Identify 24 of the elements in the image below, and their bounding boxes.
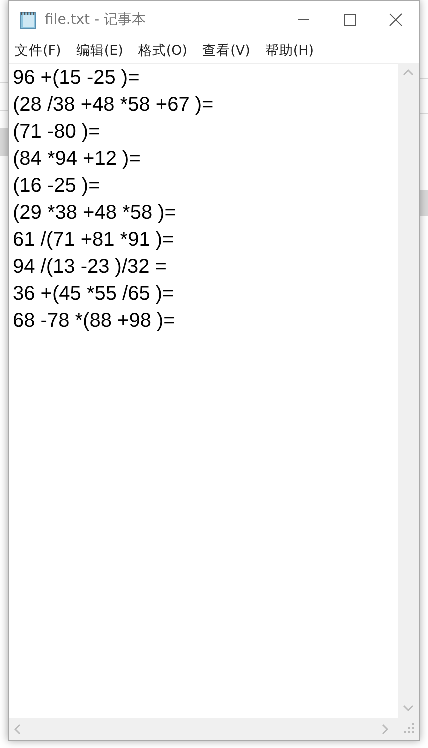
menu-item[interactable]: 查看(V): [196, 41, 256, 61]
text-line: 96 +(15 -25 )=: [13, 66, 141, 91]
text-line: 68 -78 *(88 +98 )=: [13, 309, 176, 334]
scroll-up-icon[interactable]: [403, 69, 414, 76]
text-line: (16 -25 )=: [13, 174, 102, 199]
text-line: 61 /(71 +81 *91 )=: [13, 228, 176, 253]
maximize-icon: [344, 14, 356, 26]
scroll-left-icon[interactable]: [14, 724, 21, 734]
text-line: (84 *94 +12 )=: [13, 147, 142, 172]
window-title: file.txt - 记事本: [45, 10, 146, 30]
scroll-down-icon[interactable]: [403, 705, 414, 712]
menu-item[interactable]: 编辑(E): [70, 41, 130, 61]
text-line: 36 +(45 *55 /65 )=: [13, 282, 176, 307]
text-line: (28 /38 +48 *58 +67 )=: [13, 93, 215, 118]
text-line: (71 -80 )=: [13, 120, 102, 145]
scroll-right-icon[interactable]: [382, 724, 389, 734]
notepad-icon: [19, 10, 39, 30]
menu-item[interactable]: 文件(F): [9, 41, 68, 61]
close-icon: [389, 13, 403, 27]
menu-item[interactable]: 帮助(H): [259, 41, 320, 61]
resize-grip-icon[interactable]: [403, 723, 415, 735]
menu-item[interactable]: 格式(O): [132, 41, 194, 61]
text-line: 94 /(13 -23 )/32 =: [13, 255, 168, 280]
text-line: (29 *38 +48 *58 )=: [13, 201, 178, 226]
